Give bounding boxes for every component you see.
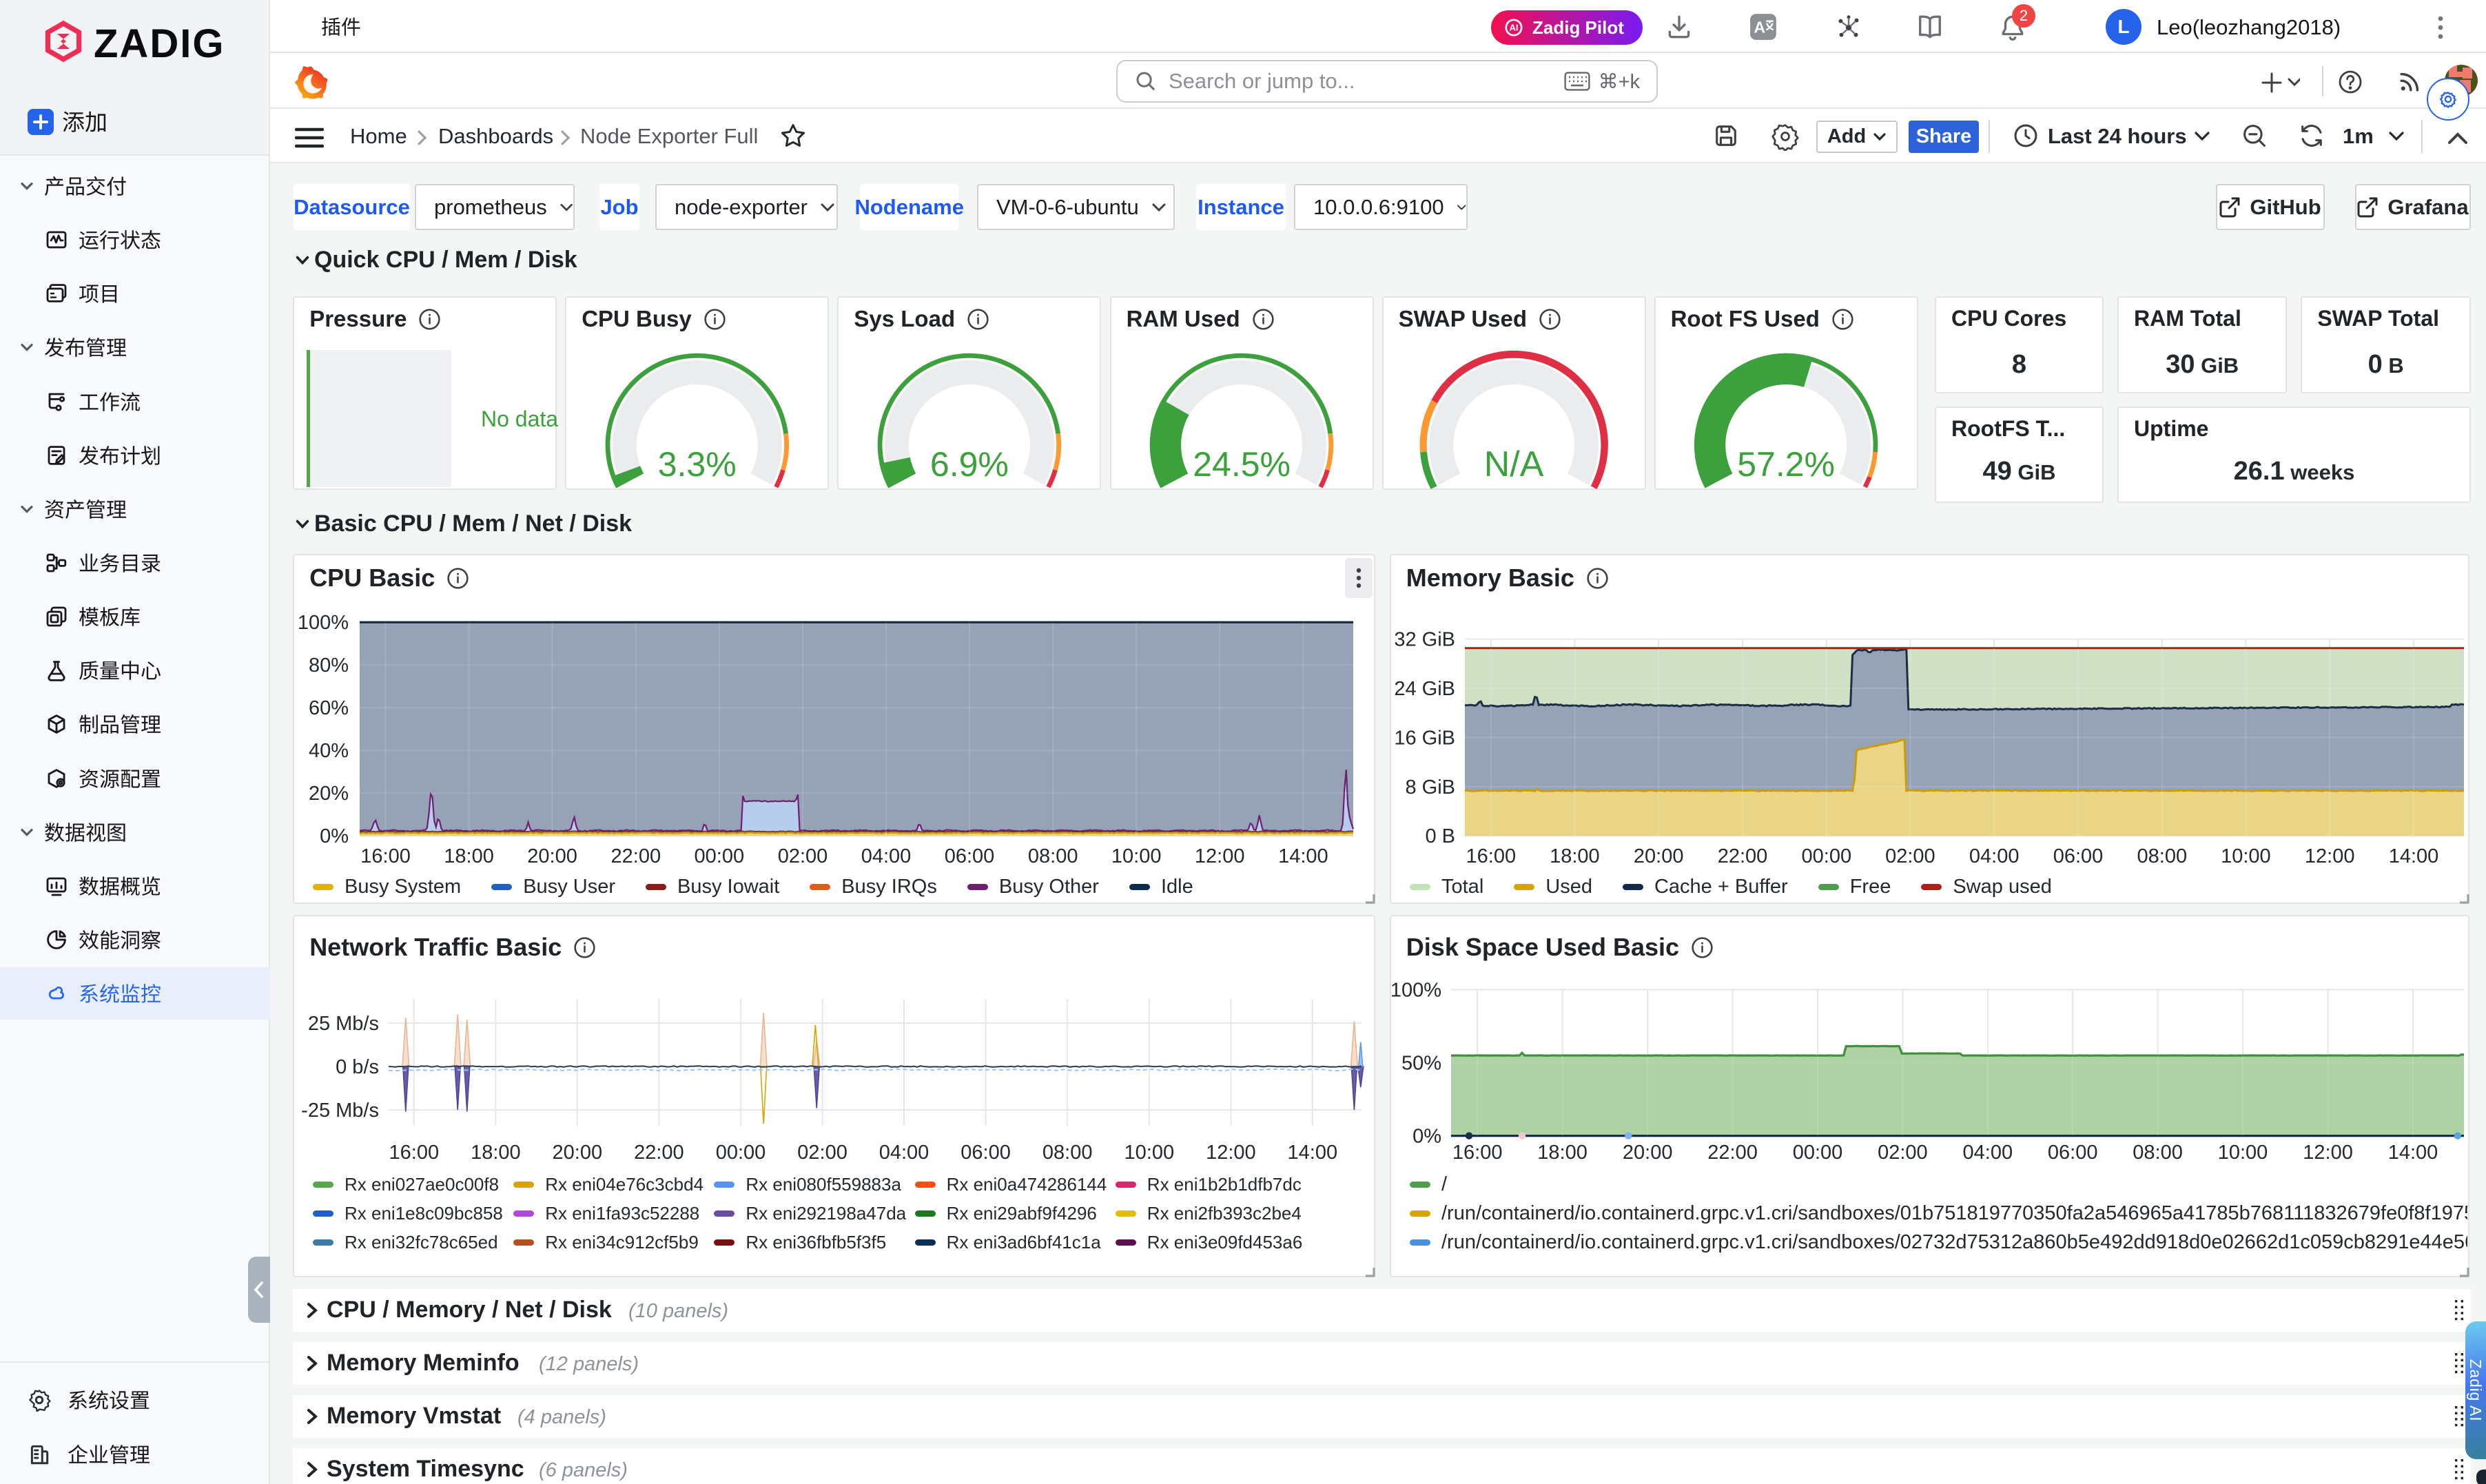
svg-text:16 GiB: 16 GiB: [1394, 727, 1455, 749]
svg-text:10:00: 10:00: [2221, 845, 2271, 867]
svg-text:08:00: 08:00: [1028, 845, 1078, 867]
svg-text:06:00: 06:00: [960, 1142, 1011, 1164]
svg-text:10:00: 10:00: [1111, 845, 1162, 867]
svg-text:16:00: 16:00: [389, 1142, 440, 1164]
svg-text:16:00: 16:00: [1452, 1142, 1503, 1164]
svg-text:20:00: 20:00: [553, 1142, 603, 1164]
svg-text:32 GiB: 32 GiB: [1394, 629, 1455, 651]
svg-text:12:00: 12:00: [1195, 845, 1245, 867]
svg-text:06:00: 06:00: [945, 845, 995, 867]
svg-text:00:00: 00:00: [1793, 1142, 1843, 1164]
svg-text:18:00: 18:00: [471, 1142, 521, 1164]
svg-text:10:00: 10:00: [1124, 1142, 1175, 1164]
svg-text:00:00: 00:00: [1802, 845, 1852, 867]
svg-text:80%: 80%: [309, 655, 349, 677]
svg-text:06:00: 06:00: [2048, 1142, 2098, 1164]
svg-text:0%: 0%: [1412, 1126, 1441, 1148]
svg-text:02:00: 02:00: [1878, 1142, 1928, 1164]
svg-text:18:00: 18:00: [1537, 1142, 1588, 1164]
svg-text:00:00: 00:00: [695, 845, 745, 867]
svg-text:16:00: 16:00: [360, 845, 411, 867]
svg-text:02:00: 02:00: [778, 845, 828, 867]
svg-text:24 GiB: 24 GiB: [1394, 678, 1455, 700]
svg-text:50%: 50%: [1401, 1052, 1441, 1074]
svg-text:02:00: 02:00: [1885, 845, 1935, 867]
svg-text:02:00: 02:00: [797, 1142, 847, 1164]
svg-text:18:00: 18:00: [444, 845, 494, 867]
svg-text:04:00: 04:00: [861, 845, 912, 867]
svg-text:16:00: 16:00: [1466, 845, 1517, 867]
svg-text:04:00: 04:00: [1969, 845, 2020, 867]
svg-text:08:00: 08:00: [2137, 845, 2188, 867]
svg-text:14:00: 14:00: [2388, 1142, 2438, 1164]
svg-text:08:00: 08:00: [1042, 1142, 1093, 1164]
svg-text:10:00: 10:00: [2218, 1142, 2268, 1164]
svg-text:14:00: 14:00: [2389, 845, 2439, 867]
svg-text:25 Mb/s: 25 Mb/s: [308, 1013, 379, 1035]
svg-text:20%: 20%: [309, 783, 349, 805]
svg-text:60%: 60%: [309, 697, 349, 719]
svg-text:40%: 40%: [309, 740, 349, 762]
svg-text:0%: 0%: [320, 825, 349, 847]
svg-text:0 b/s: 0 b/s: [336, 1056, 379, 1078]
svg-text:00:00: 00:00: [716, 1142, 766, 1164]
svg-text:06:00: 06:00: [2053, 845, 2104, 867]
svg-text:-25 Mb/s: -25 Mb/s: [301, 1100, 379, 1122]
svg-text:8 GiB: 8 GiB: [1405, 776, 1455, 798]
svg-text:08:00: 08:00: [2133, 1142, 2183, 1164]
svg-text:20:00: 20:00: [527, 845, 577, 867]
svg-text:0 B: 0 B: [1425, 825, 1455, 847]
svg-text:04:00: 04:00: [1963, 1142, 2013, 1164]
svg-text:20:00: 20:00: [1634, 845, 1684, 867]
svg-text:12:00: 12:00: [2305, 845, 2355, 867]
svg-text:12:00: 12:00: [1206, 1142, 1256, 1164]
svg-text:22:00: 22:00: [611, 845, 661, 867]
svg-text:100%: 100%: [298, 612, 349, 634]
svg-text:12:00: 12:00: [2303, 1142, 2353, 1164]
svg-text:14:00: 14:00: [1288, 1142, 1338, 1164]
svg-text:22:00: 22:00: [634, 1142, 684, 1164]
svg-text:04:00: 04:00: [879, 1142, 929, 1164]
svg-text:20:00: 20:00: [1623, 1142, 1673, 1164]
svg-text:18:00: 18:00: [1550, 845, 1600, 867]
svg-text:22:00: 22:00: [1718, 845, 1768, 867]
svg-text:22:00: 22:00: [1707, 1142, 1758, 1164]
svg-text:14:00: 14:00: [1278, 845, 1328, 867]
svg-text:100%: 100%: [1390, 979, 1441, 1001]
